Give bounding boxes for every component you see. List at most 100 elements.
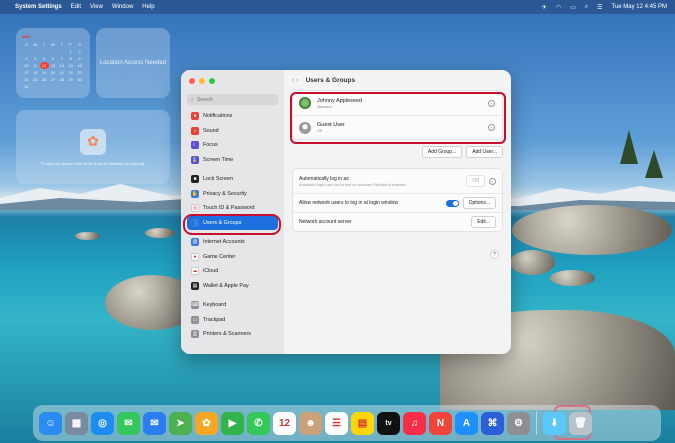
weekday-label: F: [69, 42, 72, 47]
network-server-row: Network account server Edit...: [293, 212, 502, 231]
calendar-day: 20: [50, 70, 56, 75]
sidebar-item-users-groups[interactable]: 👥 Users & Groups: [187, 215, 278, 230]
calendar-widget[interactable]: MAY S M T W T F S 1 2 3 4 5 6 7 8 9 10 11 12 13 14 15 16 17 18 19…: [16, 28, 90, 98]
trash-icon[interactable]: 🗑: [569, 411, 592, 435]
sidebar-item-privacy-security[interactable]: ✋ Privacy & Security: [187, 187, 278, 202]
sidebar-item-printers-scanners[interactable]: ⎙ Printers & Scanners: [187, 327, 278, 342]
facetime-icon[interactable]: ▶: [221, 411, 244, 435]
music-icon[interactable]: ♫: [403, 411, 426, 435]
boulder: [510, 250, 555, 275]
calendar-day: [40, 48, 49, 55]
sidebar-item-game-center[interactable]: ● Game Center: [187, 250, 278, 265]
downloads-icon[interactable]: ⬇: [543, 411, 566, 435]
info-icon[interactable]: i: [488, 99, 495, 107]
battery-icon[interactable]: ▭: [570, 4, 576, 11]
calendar-day: 31: [24, 84, 29, 89]
contacts-icon[interactable]: ☻: [299, 411, 322, 435]
sidebar-item-label: Printers & Scanners: [203, 331, 251, 338]
calendar-day: 29: [68, 77, 73, 82]
sidebar-item-internet-accounts[interactable]: @ Internet Accounts: [187, 235, 278, 250]
sidebar-item-keyboard[interactable]: ⌨ Keyboard: [187, 298, 278, 313]
calendar-day: 23: [77, 70, 82, 75]
sidebar-item-trackpad[interactable]: ▭ Trackpad: [187, 313, 278, 328]
network-users-toggle[interactable]: [445, 199, 459, 207]
add-group-button[interactable]: Add Group...: [421, 146, 463, 158]
photos-icon: ✿: [80, 128, 106, 155]
menu-help[interactable]: Help: [142, 4, 154, 10]
calendar-day: 24: [24, 77, 29, 82]
news-icon[interactable]: N: [429, 411, 452, 435]
sidebar-item-sound[interactable]: ♪ Sound: [187, 124, 278, 139]
sidebar-icon: ✋: [191, 189, 199, 198]
app-store-icon[interactable]: A: [455, 411, 478, 435]
calendar-day: 16: [77, 63, 82, 68]
search-input[interactable]: [196, 96, 267, 103]
calendar-day: 21: [59, 70, 65, 75]
sidebar-icon: ■: [191, 175, 199, 184]
menu-edit[interactable]: Edit: [71, 4, 81, 10]
wifi-icon[interactable]: ◠: [556, 4, 561, 11]
options-button[interactable]: Options...: [462, 197, 496, 209]
auto-login-select[interactable]: Off: [466, 175, 485, 187]
menu-view[interactable]: View: [90, 4, 103, 10]
system-settings-icon[interactable]: ⚙: [507, 411, 530, 435]
network-users-label: Allow network users to log in at login w…: [299, 200, 398, 206]
notes-icon[interactable]: ▤: [351, 411, 374, 435]
close-button[interactable]: [189, 78, 195, 84]
back-forward-icon[interactable]: ‹ ›: [292, 77, 299, 84]
sidebar-item-focus[interactable]: ☾ Focus: [187, 138, 278, 153]
safari-icon[interactable]: ◎: [91, 411, 114, 435]
zoom-button[interactable]: [209, 78, 215, 84]
sidebar-icon: ▤: [191, 281, 199, 290]
messages-icon[interactable]: ✉: [117, 411, 140, 435]
sidebar-item-screen-time[interactable]: ⌛ Screen Time: [187, 153, 278, 168]
sidebar-item-lock-screen[interactable]: ■ Lock Screen: [187, 172, 278, 187]
control-center-icon[interactable]: ☰: [597, 4, 602, 11]
xcode-icon[interactable]: ⌘: [481, 411, 504, 435]
sidebar-item-touch-id-password[interactable]: ◎ Touch ID & Password: [187, 201, 278, 216]
maps-icon[interactable]: ➤: [169, 411, 192, 435]
photos-icon[interactable]: ✿: [195, 411, 218, 435]
airplane-icon[interactable]: ✈: [542, 4, 547, 11]
weekday-label: T: [60, 42, 64, 47]
add-user-button[interactable]: Add User...: [466, 146, 503, 158]
menu-datetime[interactable]: Tue May 12 4:45 PM: [612, 4, 667, 10]
sidebar-item-label: Users & Groups: [203, 219, 242, 226]
sidebar-item-wallet-apple-pay[interactable]: ▤ Wallet & Apple Pay: [187, 279, 278, 294]
phone-icon[interactable]: ✆: [247, 411, 270, 435]
calendar-icon[interactable]: 12: [273, 411, 296, 435]
menu-app-name[interactable]: System Settings: [15, 4, 62, 10]
mail-icon[interactable]: ✉: [143, 411, 166, 435]
calendar-day: 2: [78, 49, 81, 54]
help-button[interactable]: ?: [490, 250, 499, 259]
sidebar-icon: ♪: [191, 126, 199, 135]
photos-widget[interactable]: ✿ Photos will appear here when they are …: [16, 110, 170, 184]
calendar-day: [31, 83, 40, 90]
menu-window[interactable]: Window: [112, 4, 133, 10]
search-field[interactable]: ⌕: [187, 94, 278, 105]
launchpad-icon[interactable]: ▦: [65, 411, 88, 435]
sidebar-item-icloud[interactable]: ☁ iCloud: [187, 264, 278, 279]
sidebar-item-label: Game Center: [203, 253, 236, 260]
user-row-guest[interactable]: Guest User Off i: [293, 115, 502, 139]
finder-icon[interactable]: ☺: [39, 411, 62, 435]
sidebar-item-notifications[interactable]: ● Notifications: [187, 109, 278, 124]
calendar-day: 6: [51, 56, 55, 61]
calendar-day: [40, 83, 49, 90]
user-row-johnny[interactable]: Johnny Appleseed Standard i: [293, 91, 502, 115]
tv-icon[interactable]: tv: [377, 411, 400, 435]
calendar-day: 26: [41, 77, 47, 82]
edit-button[interactable]: Edit...: [471, 216, 496, 228]
info-icon[interactable]: i: [488, 124, 495, 131]
content-titlebar: ‹ › Users & Groups: [292, 70, 503, 90]
info-icon[interactable]: i: [489, 177, 496, 185]
calendar-day: 12: [39, 62, 49, 69]
calendar-day: 18: [33, 70, 38, 75]
location-widget[interactable]: Location Access Needed: [96, 28, 170, 98]
calendar-day: 9: [78, 56, 81, 61]
reminders-icon[interactable]: ☰: [325, 411, 348, 435]
calendar-month: MAY: [22, 34, 31, 39]
minimize-button[interactable]: [199, 78, 205, 84]
search-menu-icon[interactable]: ⌕: [585, 4, 588, 11]
weekday-label: T: [42, 42, 46, 47]
